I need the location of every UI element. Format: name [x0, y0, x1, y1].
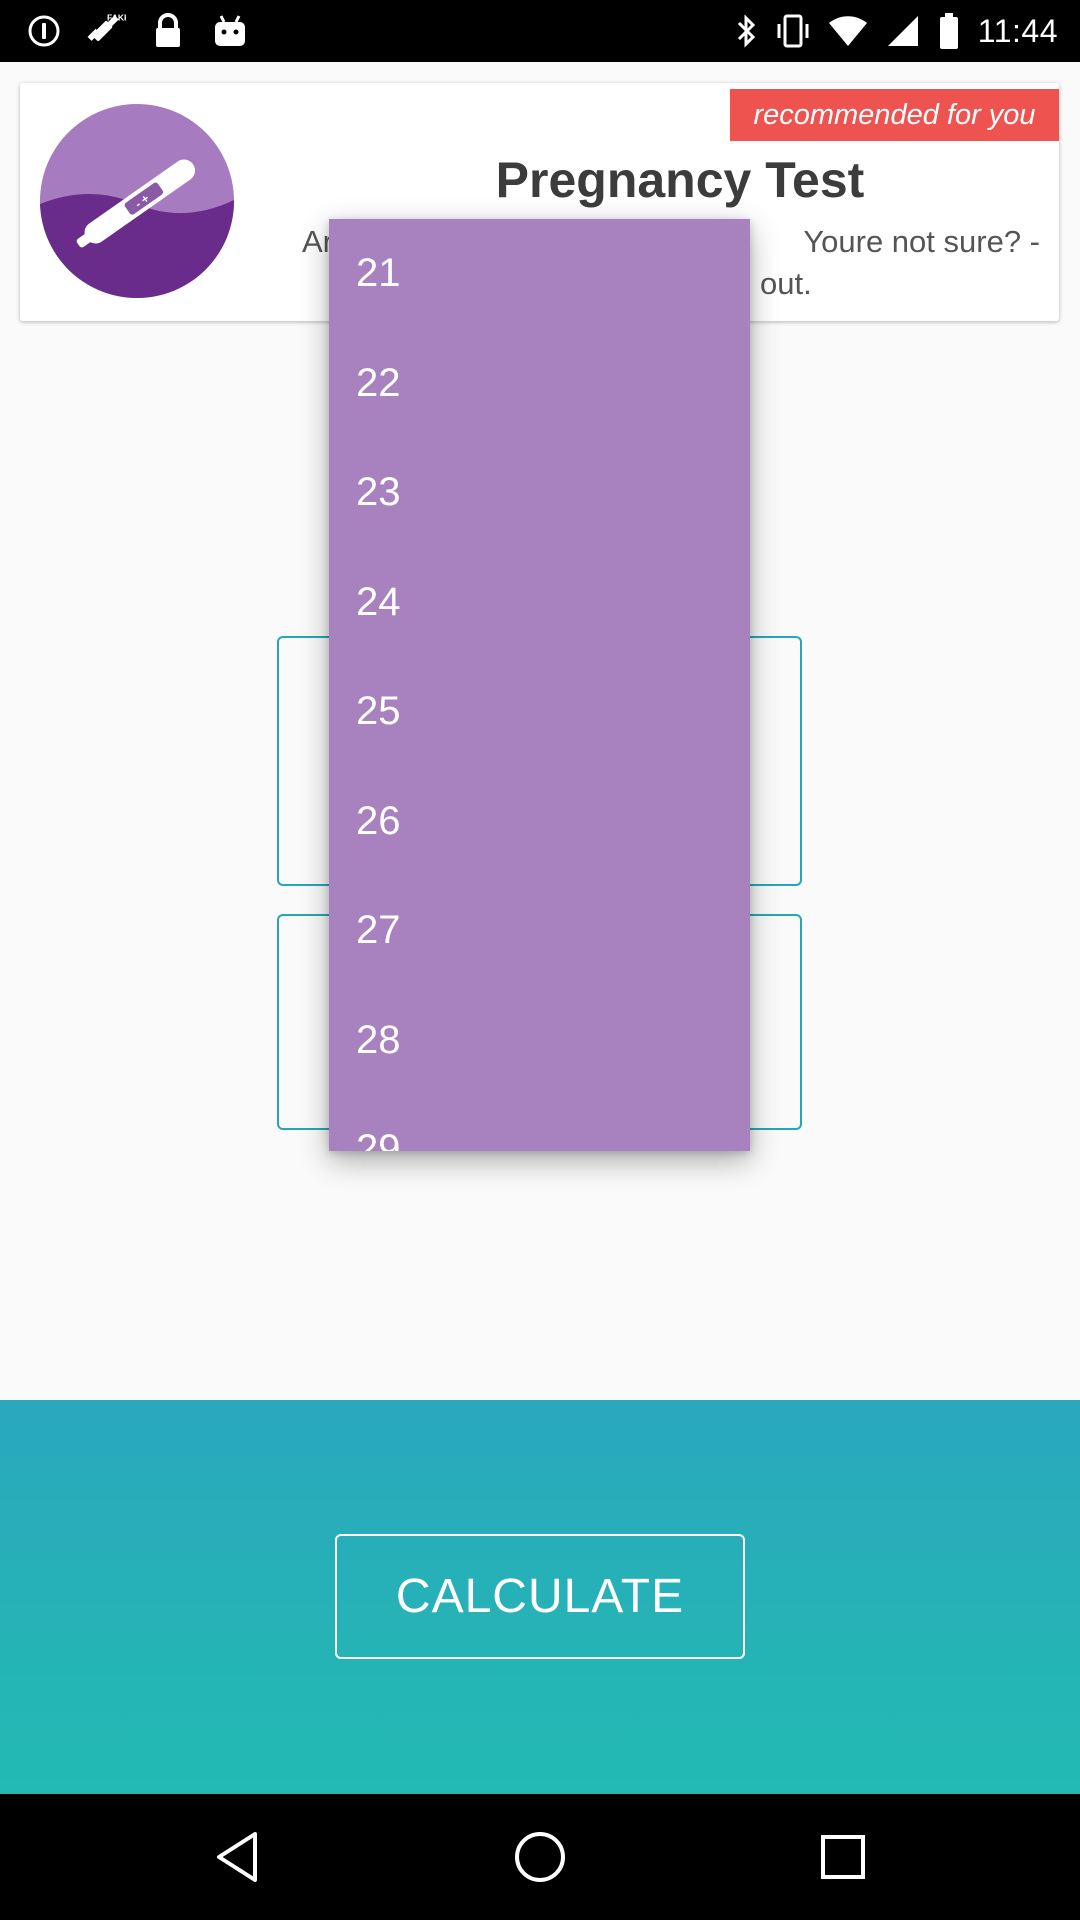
dropdown-item[interactable]: 24	[329, 548, 750, 658]
dropdown-item[interactable]: 23	[329, 438, 750, 548]
status-bar: FAKE 11:44	[0, 0, 1080, 62]
dropdown-item[interactable]: 29	[329, 1095, 750, 1151]
status-right: 11:44	[736, 0, 1058, 62]
dropdown-item[interactable]: 25	[329, 657, 750, 767]
fake-gps-icon: FAKE	[86, 11, 126, 51]
svg-text:FAKE: FAKE	[107, 13, 126, 23]
bluetooth-icon	[737, 14, 755, 48]
dropdown-item[interactable]: 21	[329, 219, 750, 329]
signal-icon	[887, 16, 918, 46]
navigation-bar	[0, 1794, 1080, 1920]
number-dropdown[interactable]: 21 22 23 24 25 26 27 28 29	[329, 219, 750, 1151]
ad-description-end: Youre not sure? -	[803, 224, 1040, 259]
dropdown-item[interactable]: 22	[329, 329, 750, 439]
alert-icon	[24, 11, 64, 51]
recents-icon[interactable]	[783, 1794, 903, 1920]
ad-description-line2: out.	[760, 266, 812, 301]
dropdown-item[interactable]: 26	[329, 767, 750, 877]
ad-title: Pregnancy Test	[495, 152, 865, 208]
android-icon	[210, 11, 250, 51]
dropdown-item[interactable]: 28	[329, 986, 750, 1096]
status-time: 11:44	[977, 12, 1058, 49]
status-left-icons: FAKE	[24, 0, 250, 62]
calculate-button[interactable]: CALCULATE	[335, 1534, 745, 1659]
lock-icon	[148, 11, 188, 51]
dropdown-item[interactable]: 27	[329, 876, 750, 986]
wifi-icon	[828, 16, 867, 46]
vibrate-icon	[777, 14, 809, 48]
battery-icon	[939, 13, 958, 49]
recommended-badge: recommended for you	[730, 89, 1059, 141]
pregnancy-test-icon: - +	[40, 104, 234, 298]
back-icon[interactable]	[177, 1794, 297, 1920]
home-icon[interactable]	[480, 1794, 600, 1920]
bottom-panel: CALCULATE	[0, 1400, 1080, 1794]
